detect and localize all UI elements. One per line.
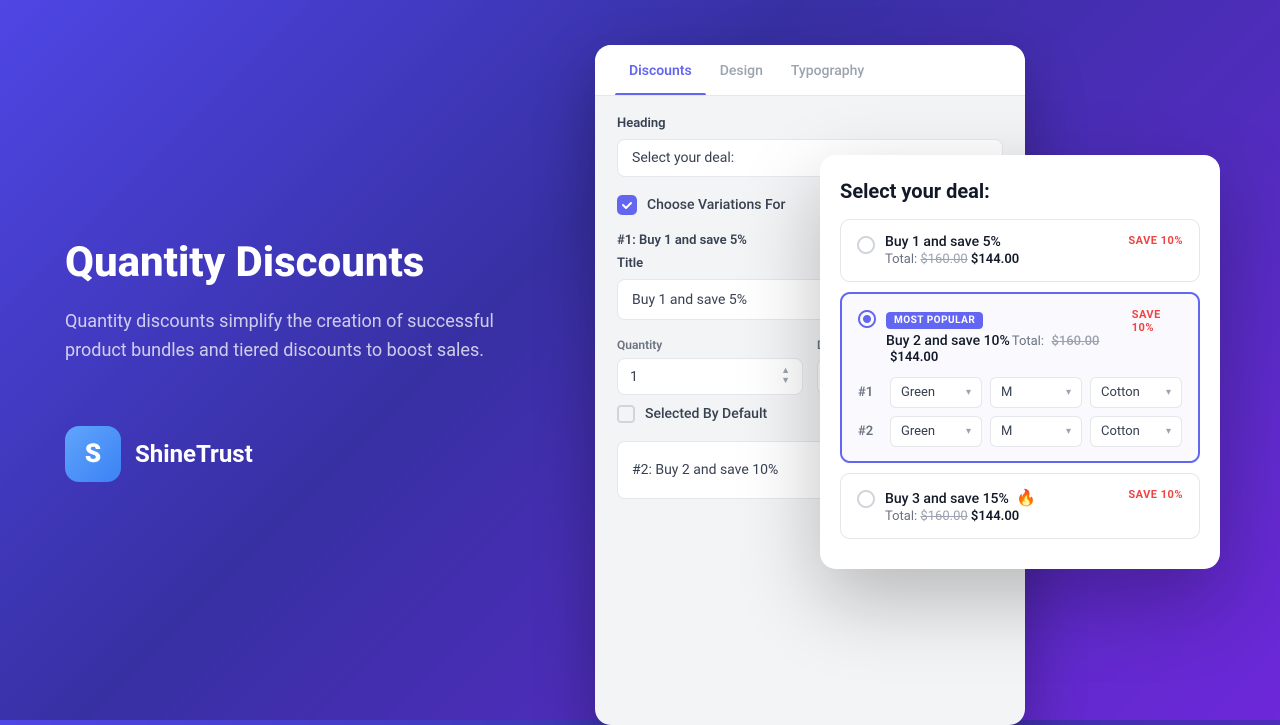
deal-option-2-radio[interactable] — [858, 310, 876, 328]
floating-card-title: Select your deal: — [840, 179, 1200, 203]
main-description: Quantity discounts simplify the creation… — [65, 308, 505, 366]
deal-option-1[interactable]: Buy 1 and save 5% Total: $160.00 $144.00… — [840, 219, 1200, 282]
heading-label: Heading — [617, 116, 1003, 131]
deal-option-3-header: Buy 3 and save 15% 🔥 Total: $160.00 $144… — [857, 488, 1183, 524]
selected-by-default-label: Selected By Default — [645, 406, 767, 422]
tab-discounts[interactable]: Discounts — [615, 45, 706, 95]
tab-design[interactable]: Design — [706, 45, 777, 95]
quantity-col: Quantity 1 ▲ ▼ — [617, 338, 803, 395]
variation-row-1: #1 Green ▾ M ▾ Cotton ▾ — [858, 377, 1182, 408]
variation-2-material[interactable]: Cotton ▾ — [1090, 416, 1182, 447]
floating-deal-card: Select your deal: Buy 1 and save 5% Tota… — [820, 155, 1220, 569]
variation-1-material[interactable]: Cotton ▾ — [1090, 377, 1182, 408]
tabs: Discounts Design Typography — [595, 45, 1025, 96]
deal-option-2-label: Buy 2 and save 10%Total: $160.00 $144.00 — [886, 333, 1132, 365]
chevron-down-icon: ▾ — [1166, 426, 1171, 437]
deal-option-1-header: Buy 1 and save 5% Total: $160.00 $144.00… — [857, 234, 1183, 267]
brand-name: ShineTrust — [135, 440, 253, 468]
deal-option-3-radio[interactable] — [857, 490, 875, 508]
deal-option-3-save-badge: SAVE 10% — [1128, 488, 1183, 501]
deal-option-1-left: Buy 1 and save 5% Total: $160.00 $144.00 — [857, 234, 1019, 267]
deal-option-1-label: Buy 1 and save 5% — [885, 234, 1019, 250]
variation-2-num: #2 — [858, 424, 882, 439]
deal-option-2-info: MOST POPULAR Buy 2 and save 10%Total: $1… — [886, 308, 1132, 365]
most-popular-badge: MOST POPULAR — [886, 312, 983, 329]
variation-1-size[interactable]: M ▾ — [990, 377, 1082, 408]
variation-2-size[interactable]: M ▾ — [990, 416, 1082, 447]
brand: S ShineTrust — [65, 426, 505, 482]
stepper-up[interactable]: ▲ — [781, 367, 790, 376]
chevron-down-icon: ▾ — [1066, 387, 1071, 398]
deal-option-1-total: Total: $160.00 $144.00 — [885, 252, 1019, 267]
deal-option-3-label: Buy 3 and save 15% 🔥 — [885, 488, 1036, 507]
chevron-down-icon: ▾ — [1066, 426, 1071, 437]
deal-option-1-info: Buy 1 and save 5% Total: $160.00 $144.00 — [885, 234, 1019, 267]
deal-option-2[interactable]: MOST POPULAR Buy 2 and save 10%Total: $1… — [840, 292, 1200, 463]
deal-option-3-total: Total: $160.00 $144.00 — [885, 509, 1036, 524]
variation-1-color[interactable]: Green ▾ — [890, 377, 982, 408]
variation-rows: #1 Green ▾ M ▾ Cotton ▾ #2 Green ▾ — [858, 377, 1182, 447]
deal2-label: #2: Buy 2 and save 10% — [632, 462, 778, 478]
selected-by-default-checkbox[interactable] — [617, 405, 635, 423]
deal-option-2-header: MOST POPULAR Buy 2 and save 10%Total: $1… — [858, 308, 1182, 365]
flame-icon: 🔥 — [1016, 488, 1036, 507]
choose-variations-checkbox[interactable] — [617, 195, 637, 215]
variation-row-2: #2 Green ▾ M ▾ Cotton ▾ — [858, 416, 1182, 447]
deal-option-3-left: Buy 3 and save 15% 🔥 Total: $160.00 $144… — [857, 488, 1036, 524]
deal-option-1-save-badge: SAVE 10% — [1128, 234, 1183, 247]
deal-option-2-left: MOST POPULAR Buy 2 and save 10%Total: $1… — [858, 308, 1132, 365]
deal-option-3[interactable]: Buy 3 and save 15% 🔥 Total: $160.00 $144… — [840, 473, 1200, 539]
stepper-buttons: ▲ ▼ — [781, 367, 790, 386]
deal-option-3-info: Buy 3 and save 15% 🔥 Total: $160.00 $144… — [885, 488, 1036, 524]
main-title: Quantity Discounts — [65, 238, 505, 288]
brand-logo: S — [65, 426, 121, 482]
chevron-down-icon: ▾ — [1166, 387, 1171, 398]
left-panel: Quantity Discounts Quantity discounts si… — [65, 238, 505, 482]
quantity-stepper[interactable]: 1 ▲ ▼ — [617, 358, 803, 395]
chevron-down-icon: ▾ — [966, 387, 971, 398]
quantity-header: Quantity — [617, 338, 803, 352]
variation-1-num: #1 — [858, 385, 882, 400]
tab-typography[interactable]: Typography — [777, 45, 878, 95]
chevron-down-icon: ▾ — [966, 426, 971, 437]
choose-variations-label: Choose Variations For — [647, 197, 785, 213]
deal-option-2-save-badge: SAVE 10% — [1132, 308, 1182, 334]
deal-option-1-radio[interactable] — [857, 236, 875, 254]
stepper-down[interactable]: ▼ — [781, 377, 790, 386]
radio-inner — [863, 315, 871, 323]
variation-2-color[interactable]: Green ▾ — [890, 416, 982, 447]
